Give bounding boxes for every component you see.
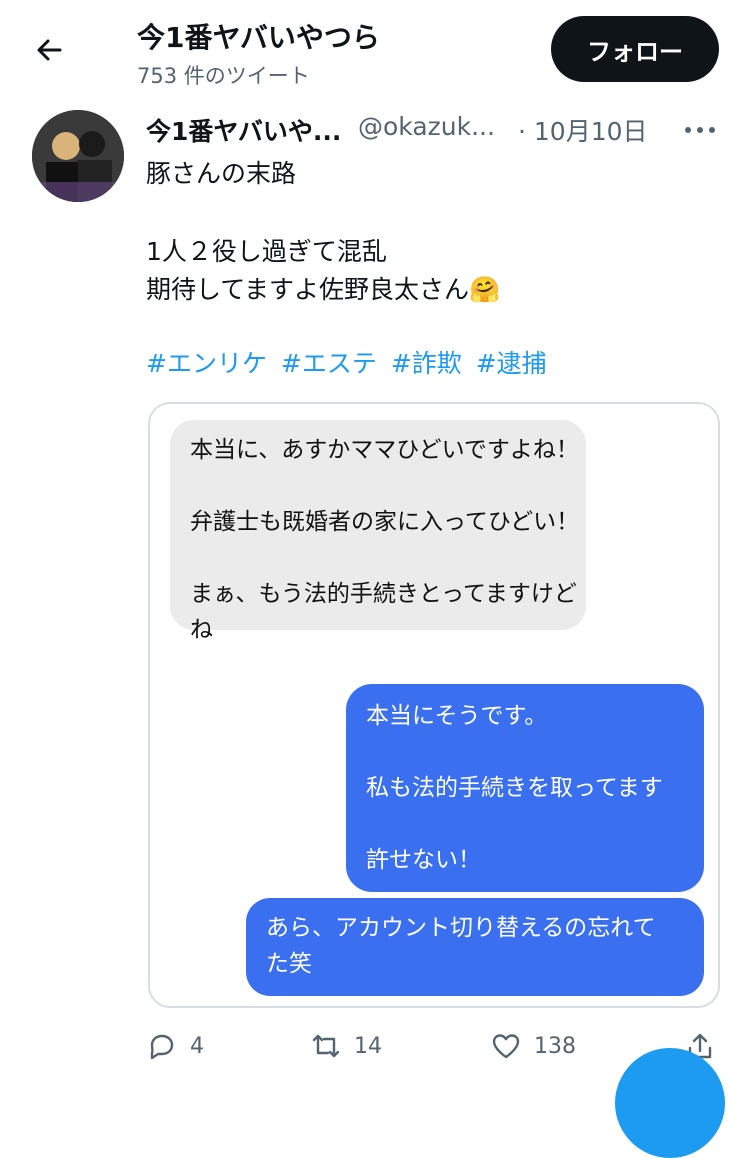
hashtag-link[interactable]: #エステ: [281, 349, 377, 378]
display-name[interactable]: 今1番ヤバいや...: [146, 112, 341, 148]
retweet-icon: [312, 1034, 340, 1058]
tweet-count: 753 件のツイート: [137, 64, 310, 88]
profile-title: 今1番ヤバいやつら: [137, 21, 380, 54]
compose-tweet-button[interactable]: [615, 1048, 725, 1158]
retweet-button[interactable]: 14: [310, 1030, 382, 1062]
back-arrow-icon[interactable]: [30, 30, 70, 70]
tweet-text-line: 1人２役し過ぎて混乱: [146, 237, 387, 266]
tweet-text-line: 豚さんの末路: [146, 159, 297, 188]
user-handle[interactable]: @okazuk...: [358, 112, 495, 141]
incoming-message-bubble: 本当に、あすかママひどいですよね！ 弁護士も既婚者の家に入ってひどい！ まぁ、も…: [170, 420, 586, 643]
top-bar: 今1番ヤバいやつら 753 件のツイート フォロー: [0, 0, 750, 98]
avatar[interactable]: [32, 110, 124, 202]
like-icon: [492, 1034, 520, 1059]
more-icon[interactable]: [682, 118, 718, 142]
hashtag-link[interactable]: #エンリケ: [146, 349, 267, 378]
attached-image[interactable]: 本当に、あすかママひどいですよね！ 弁護士も既婚者の家に入ってひどい！ まぁ、も…: [148, 402, 720, 1008]
reply-button[interactable]: 4: [146, 1030, 204, 1062]
hashtag-link[interactable]: #逮捕: [476, 349, 547, 378]
hashtag-link[interactable]: #詐欺: [391, 349, 462, 378]
outgoing-message-bubble: あら、アカウント切り替えるの忘れて た笑: [246, 898, 704, 996]
reply-count: 4: [190, 1033, 204, 1059]
tweet-text-line: 期待してますよ佐野良太さん🤗: [146, 275, 501, 304]
retweet-count: 14: [354, 1033, 382, 1059]
like-count: 138: [534, 1033, 576, 1059]
follow-button[interactable]: フォロー: [551, 16, 719, 82]
hashtag-list: #エンリケ #エステ #詐欺 #逮捕: [146, 344, 553, 380]
tweet-date[interactable]: · 10月10日: [518, 112, 648, 148]
like-button[interactable]: 138: [490, 1030, 576, 1062]
outgoing-message-bubble: 本当にそうです。 私も法的手続きを取ってます 許せない！: [346, 684, 704, 892]
reply-icon: [150, 1034, 174, 1060]
